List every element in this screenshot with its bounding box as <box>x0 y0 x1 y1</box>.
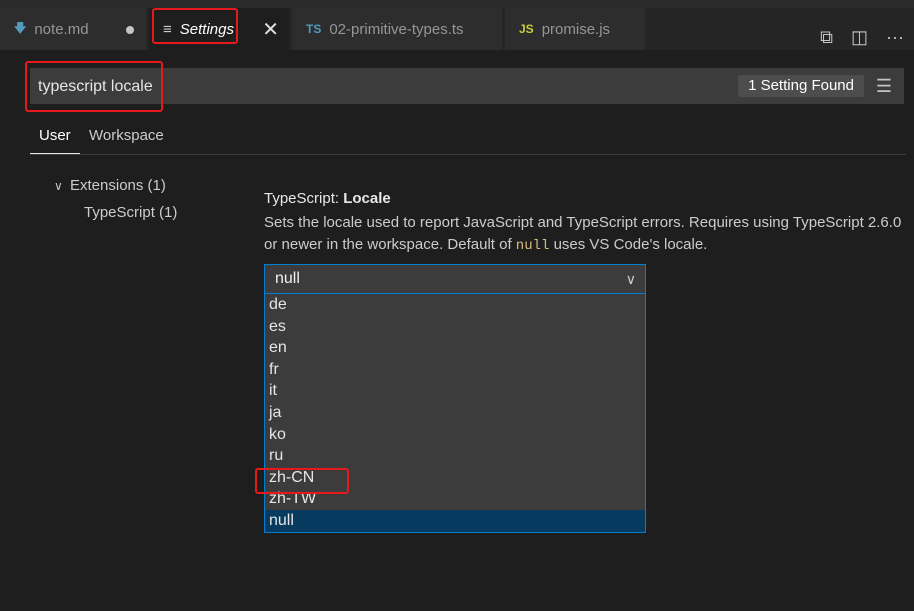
locale-option[interactable]: ru <box>265 445 645 467</box>
tab-primitive-types-ts[interactable]: TS 02-primitive-types.ts <box>292 8 502 50</box>
more-actions-icon[interactable]: ··· <box>886 28 904 46</box>
setting-name: Locale <box>343 190 391 207</box>
toc-extensions-label: Extensions (1) <box>70 177 166 194</box>
markdown-icon: 🡇 <box>14 20 27 35</box>
open-settings-json-icon[interactable]: ⧉ <box>820 28 833 46</box>
toc-extensions[interactable]: ∨ Extensions (1) <box>54 177 166 194</box>
split-editor-icon[interactable]: ◫ <box>851 28 868 46</box>
setting-title: TypeScript: Locale <box>264 190 391 207</box>
setting-description: Sets the locale used to report JavaScrip… <box>264 212 914 257</box>
clear-filter-icon[interactable]: ☰ <box>876 76 892 97</box>
result-count-badge: 1 Setting Found <box>738 75 864 97</box>
tab-label: promise.js <box>541 20 611 38</box>
tab-label: 02-primitive-types.ts <box>329 20 464 38</box>
locale-option[interactable]: ko <box>265 424 645 446</box>
locale-select-value: null <box>275 270 300 287</box>
settings-search-input[interactable] <box>36 74 640 100</box>
toc-typescript[interactable]: TypeScript (1) <box>84 204 177 221</box>
editor-actions: ⧉ ◫ ··· <box>820 16 904 58</box>
javascript-icon: JS <box>519 22 534 36</box>
unsaved-dot-icon[interactable] <box>126 26 134 34</box>
tab-workspace[interactable]: Workspace <box>89 127 164 144</box>
desc-text-2: uses VS Code's locale. <box>549 236 708 253</box>
locale-option[interactable]: zh-CN <box>265 467 645 489</box>
editor-tab-bar: 🡇 note.md ≡ Settings ✕ TS 02-primitive-t… <box>0 8 914 50</box>
tab-user[interactable]: User <box>30 127 80 154</box>
typescript-icon: TS <box>306 22 322 36</box>
locale-dropdown: de es en fr it ja ko ru zh-CN zh-TW null <box>264 294 646 533</box>
locale-option[interactable]: zh-TW <box>265 488 645 510</box>
locale-option[interactable]: ja <box>265 402 645 424</box>
desc-code: null <box>515 238 550 254</box>
setting-category: TypeScript: <box>264 190 344 207</box>
chevron-down-icon: ∨ <box>625 271 636 287</box>
locale-option[interactable]: en <box>265 337 645 359</box>
tab-label: Settings <box>179 20 234 38</box>
locale-option[interactable]: es <box>265 316 645 338</box>
tab-settings[interactable]: ≡ Settings ✕ <box>149 8 289 50</box>
tab-label: note.md <box>34 20 89 38</box>
tab-note-md[interactable]: 🡇 note.md <box>0 8 146 50</box>
chevron-down-icon: ∨ <box>54 178 63 193</box>
settings-search-bar: 1 Setting Found ☰ <box>30 68 904 104</box>
settings-scope-tabs: User Workspace <box>30 120 906 155</box>
title-strip <box>0 0 914 8</box>
settings-icon: ≡ <box>163 20 172 38</box>
tab-promise-js[interactable]: JS promise.js <box>505 8 645 50</box>
close-icon[interactable]: ✕ <box>262 17 279 42</box>
locale-select[interactable]: null ∨ <box>264 264 646 294</box>
locale-option[interactable]: fr <box>265 359 645 381</box>
locale-option[interactable]: null <box>265 509 645 532</box>
locale-option[interactable]: de <box>265 294 645 316</box>
locale-option[interactable]: it <box>265 380 645 402</box>
